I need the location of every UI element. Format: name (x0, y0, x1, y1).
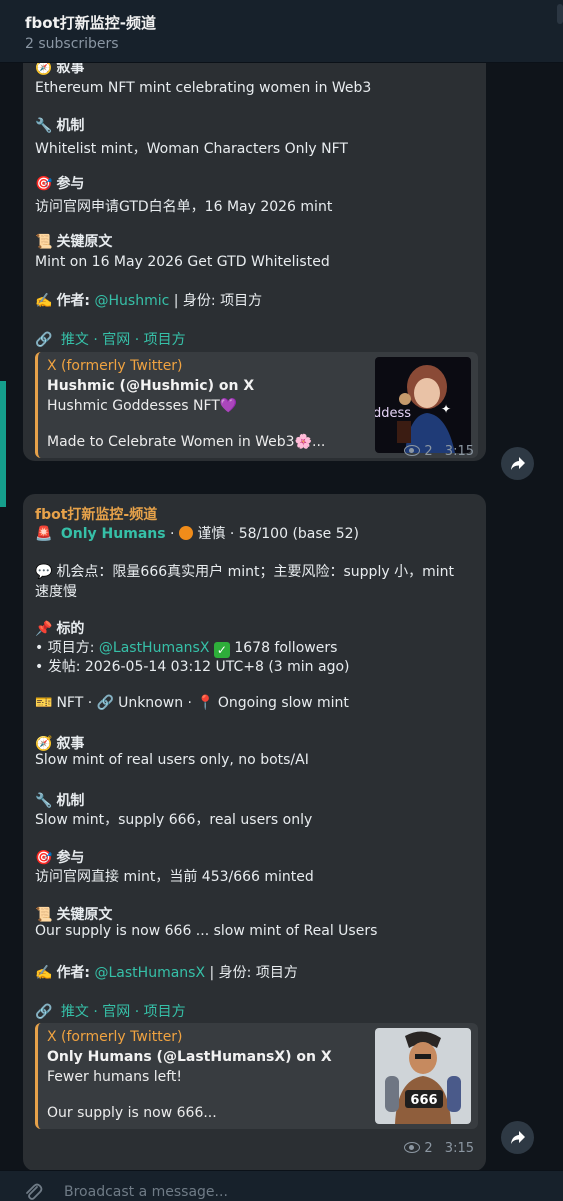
message-time: 3:15 (444, 444, 474, 459)
target-icon: 🎯 (35, 850, 53, 866)
link-preview[interactable]: X (formerly Twitter) Hushmic (@Hushmic) … (35, 352, 478, 458)
message-composer[interactable]: Broadcast a message... (0, 1170, 563, 1201)
preview-title: Hushmic (@Hushmic) on X (47, 378, 255, 394)
scroll-icon: 📜 (35, 234, 53, 250)
link-icon: 🔗 (96, 695, 115, 711)
team-handle-link[interactable]: @LastHumansX (99, 640, 210, 656)
links-line: 🔗 推文 · 官网 · 项目方 (35, 1004, 186, 1020)
links-line: 🔗 推文 · 官网 · 项目方 (35, 332, 186, 348)
project-link[interactable]: 项目方 (144, 332, 186, 348)
speech-bubble-icon: 💬 (35, 564, 53, 580)
mechanism-text: Slow mint，supply 666，real users only (35, 812, 313, 828)
narrative-heading: 🧭 叙事 (35, 63, 84, 77)
team-line: • 项目方: @LastHumansX ✓ 1678 followers (35, 640, 338, 658)
wrench-icon: 🔧 (35, 793, 53, 809)
paperclip-icon[interactable] (23, 1181, 43, 1201)
orange-circle-icon (178, 526, 193, 540)
ticket-icon: 🎫 (35, 695, 53, 711)
website-link[interactable]: 官网 (102, 332, 130, 348)
preview-source: X (formerly Twitter) (47, 1029, 183, 1045)
channel-name[interactable]: fbot打新监控-频道 (35, 504, 157, 524)
alarm-light-icon: 🚨 (35, 526, 53, 542)
preview-source: X (formerly Twitter) (47, 358, 183, 374)
writing-hand-icon: ✍️ (35, 965, 53, 981)
eye-icon (404, 445, 421, 456)
forward-arrow-icon (511, 1131, 525, 1144)
tweet-link[interactable]: 推文 (61, 332, 89, 348)
message-meta: 2 3:15 (404, 1141, 474, 1156)
preview-description: Hushmic Goddesses NFT💜 (47, 398, 238, 414)
compass-icon: 🧭 (35, 63, 53, 76)
risk-level: 谨慎 · 58/100 (base 52) (197, 526, 360, 542)
preview-description: Fewer humans left! (47, 1069, 183, 1085)
website-link[interactable]: 官网 (102, 1004, 130, 1020)
svg-text:666: 666 (410, 1093, 437, 1108)
author-link[interactable]: @LastHumansX (95, 965, 206, 981)
author-link[interactable]: @Hushmic (95, 293, 170, 309)
svg-text:ddess: ddess (375, 406, 411, 421)
preview-title: Only Humans (@LastHumansX) on X (47, 1049, 332, 1065)
participate-text: 访问官网申请GTD白名单，16 May 2026 mint (35, 199, 333, 215)
subscriber-count: 2 subscribers (25, 36, 119, 52)
mechanism-text: Whitelist mint，Woman Characters Only NFT (35, 141, 348, 157)
posted-line: • 发帖: 2026-05-14 03:12 UTC+8 (3 min ago) (35, 659, 350, 675)
share-button[interactable] (501, 1121, 534, 1154)
mechanism-heading: 🔧 机制 (35, 793, 85, 809)
author-line: ✍️ 作者: @LastHumansX | 身份: 项目方 (35, 965, 298, 981)
message-meta: 2 3:15 (404, 444, 474, 459)
preview-description: Our supply is now 666... (47, 1105, 217, 1121)
svg-text:✦: ✦ (441, 402, 451, 416)
message-bubble[interactable]: 🧭 叙事 Ethereum NFT mint celebrating women … (23, 63, 486, 461)
chat-header[interactable]: fbot打新监控-频道 2 subscribers (0, 0, 563, 63)
project-name-link[interactable]: Only Humans (61, 526, 166, 542)
narrative-text: Slow mint of real users only, no bots/AI (35, 752, 309, 768)
link-preview[interactable]: X (formerly Twitter) Only Humans (@LastH… (35, 1023, 478, 1129)
tag-category: NFT (56, 695, 84, 711)
narrative-heading: 🧭 叙事 (35, 736, 85, 752)
project-summary: 🚨 Only Humans · 谨慎 · 58/100 (base 52) (35, 526, 360, 542)
share-button[interactable] (501, 447, 534, 480)
opportunity-text-cont: 速度慢 (35, 584, 77, 600)
scrollbar-thumb[interactable] (557, 4, 563, 24)
forward-arrow-icon (511, 457, 525, 470)
view-count: 2 (424, 444, 433, 459)
source-text: Our supply is now 666 ... slow mint of R… (35, 923, 378, 939)
participate-text: 访问官网直接 mint，当前 453/666 minted (35, 869, 314, 885)
tags-line: 🎫 NFT · 🔗 Unknown · 📍 Ongoing slow mint (35, 695, 349, 711)
location-pin-icon: 📍 (196, 695, 214, 711)
link-icon: 🔗 (35, 1004, 53, 1020)
target-heading: 📌 标的 (35, 621, 85, 637)
source-heading: 📜 关键原文 (35, 234, 113, 250)
scroll-icon: 📜 (35, 907, 53, 923)
message-feed: 🧭 叙事 Ethereum NFT mint celebrating women … (0, 63, 563, 1170)
narrative-text: Ethereum NFT mint celebrating women in W… (35, 80, 372, 96)
target-icon: 🎯 (35, 176, 53, 192)
tag-chain: Unknown (118, 695, 184, 711)
source-text: Mint on 16 May 2026 Get GTD Whitelisted (35, 254, 330, 270)
source-heading: 📜 关键原文 (35, 907, 113, 923)
preview-thumbnail[interactable]: ddess ✦ (375, 357, 471, 453)
eye-icon (404, 1142, 421, 1153)
preview-thumbnail[interactable]: 666 (375, 1028, 471, 1124)
writing-hand-icon: ✍️ (35, 293, 53, 309)
channel-title[interactable]: fbot打新监控-频道 (25, 12, 156, 33)
participate-heading: 🎯 参与 (35, 850, 85, 866)
wrench-icon: 🔧 (35, 118, 53, 134)
author-line: ✍️ 作者: @Hushmic | 身份: 项目方 (35, 293, 263, 309)
tag-status: Ongoing slow mint (217, 695, 349, 711)
project-link[interactable]: 项目方 (144, 1004, 186, 1020)
view-count: 2 (424, 1141, 433, 1156)
participate-heading: 🎯 参与 (35, 176, 85, 192)
unread-indicator (0, 381, 6, 507)
message-time: 3:15 (444, 1141, 474, 1156)
message-input[interactable]: Broadcast a message... (64, 1184, 228, 1200)
opportunity-text: 💬 机会点：限量666真实用户 mint；主要风险：supply 小，mint (35, 564, 454, 580)
tweet-link[interactable]: 推文 (61, 1004, 89, 1020)
link-icon: 🔗 (35, 332, 53, 348)
mechanism-heading: 🔧 机制 (35, 118, 85, 134)
message-bubble[interactable]: fbot打新监控-频道 🚨 Only Humans · 谨慎 · 58/100 … (23, 494, 486, 1170)
pushpin-icon: 📌 (35, 621, 53, 637)
compass-icon: 🧭 (35, 736, 53, 752)
preview-description: Made to Celebrate Women in Web3🌸... (47, 434, 326, 450)
